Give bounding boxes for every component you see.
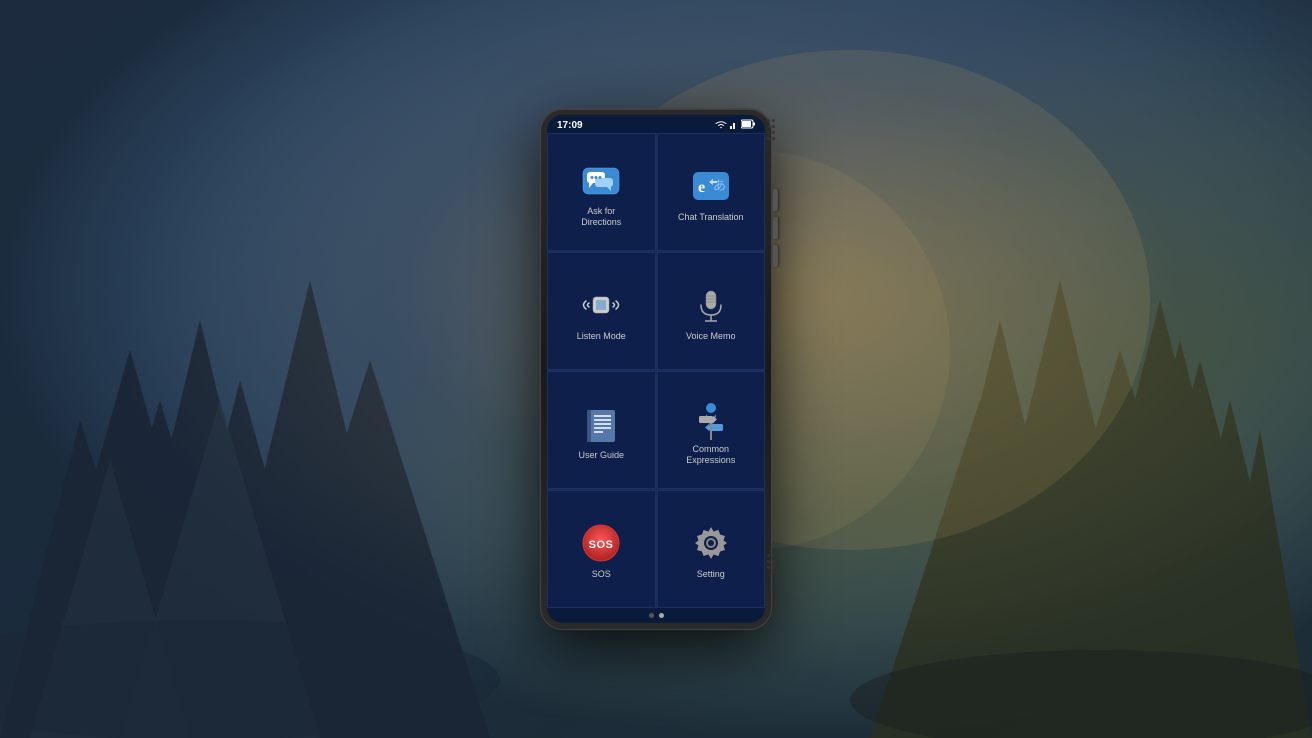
sos-label: SOS [592, 569, 611, 580]
app-setting[interactable]: Setting [657, 490, 766, 608]
device: 17:09 [541, 109, 771, 629]
side-button-1[interactable] [773, 189, 778, 211]
status-bar: 17:09 [547, 115, 765, 133]
svg-text:あ: あ [713, 178, 726, 193]
common-expressions-icon [689, 396, 733, 440]
app-user-guide[interactable]: User Guide [547, 371, 656, 489]
user-guide-label: User Guide [578, 450, 624, 461]
ask-directions-icon [579, 158, 623, 202]
pagination-dot-1[interactable] [649, 613, 654, 618]
app-sos[interactable]: SOS SOS [547, 490, 656, 608]
sos-icon: SOS [579, 521, 623, 565]
speaker-dots-bottom [767, 554, 775, 569]
pagination [547, 608, 765, 623]
setting-icon [689, 521, 733, 565]
listen-mode-icon [579, 283, 623, 327]
app-ask-directions[interactable]: Ask forDirections [547, 133, 656, 251]
status-icons [715, 119, 755, 131]
app-common-expressions[interactable]: CommonExpressions [657, 371, 766, 489]
voice-memo-icon [689, 283, 733, 327]
side-button-3[interactable] [773, 245, 778, 267]
listen-mode-label: Listen Mode [577, 331, 626, 342]
app-grid: Ask forDirections e あ [547, 133, 765, 608]
side-buttons[interactable] [773, 189, 778, 267]
side-button-2[interactable] [773, 217, 778, 239]
signal-icon [730, 119, 738, 131]
app-chat-translation[interactable]: e あ Chat Translation [657, 133, 766, 251]
svg-text:e: e [698, 179, 705, 196]
common-expressions-label: CommonExpressions [686, 444, 735, 466]
user-guide-icon [579, 402, 623, 446]
chat-translation-label: Chat Translation [678, 212, 744, 223]
svg-text:SOS: SOS [589, 539, 614, 551]
chat-translation-icon: e あ [689, 164, 733, 208]
setting-label: Setting [697, 569, 725, 580]
app-voice-memo[interactable]: Voice Memo [657, 252, 766, 370]
ask-directions-label: Ask forDirections [581, 206, 621, 228]
speaker-dots-top [767, 119, 775, 140]
screen: 17:09 [547, 115, 765, 623]
pagination-dot-2[interactable] [659, 613, 664, 618]
device-wrapper: 17:09 [541, 109, 771, 629]
voice-memo-label: Voice Memo [686, 331, 736, 342]
app-listen-mode[interactable]: Listen Mode [547, 252, 656, 370]
wifi-icon [715, 119, 727, 131]
status-time: 17:09 [557, 120, 583, 131]
battery-icon [741, 119, 755, 131]
